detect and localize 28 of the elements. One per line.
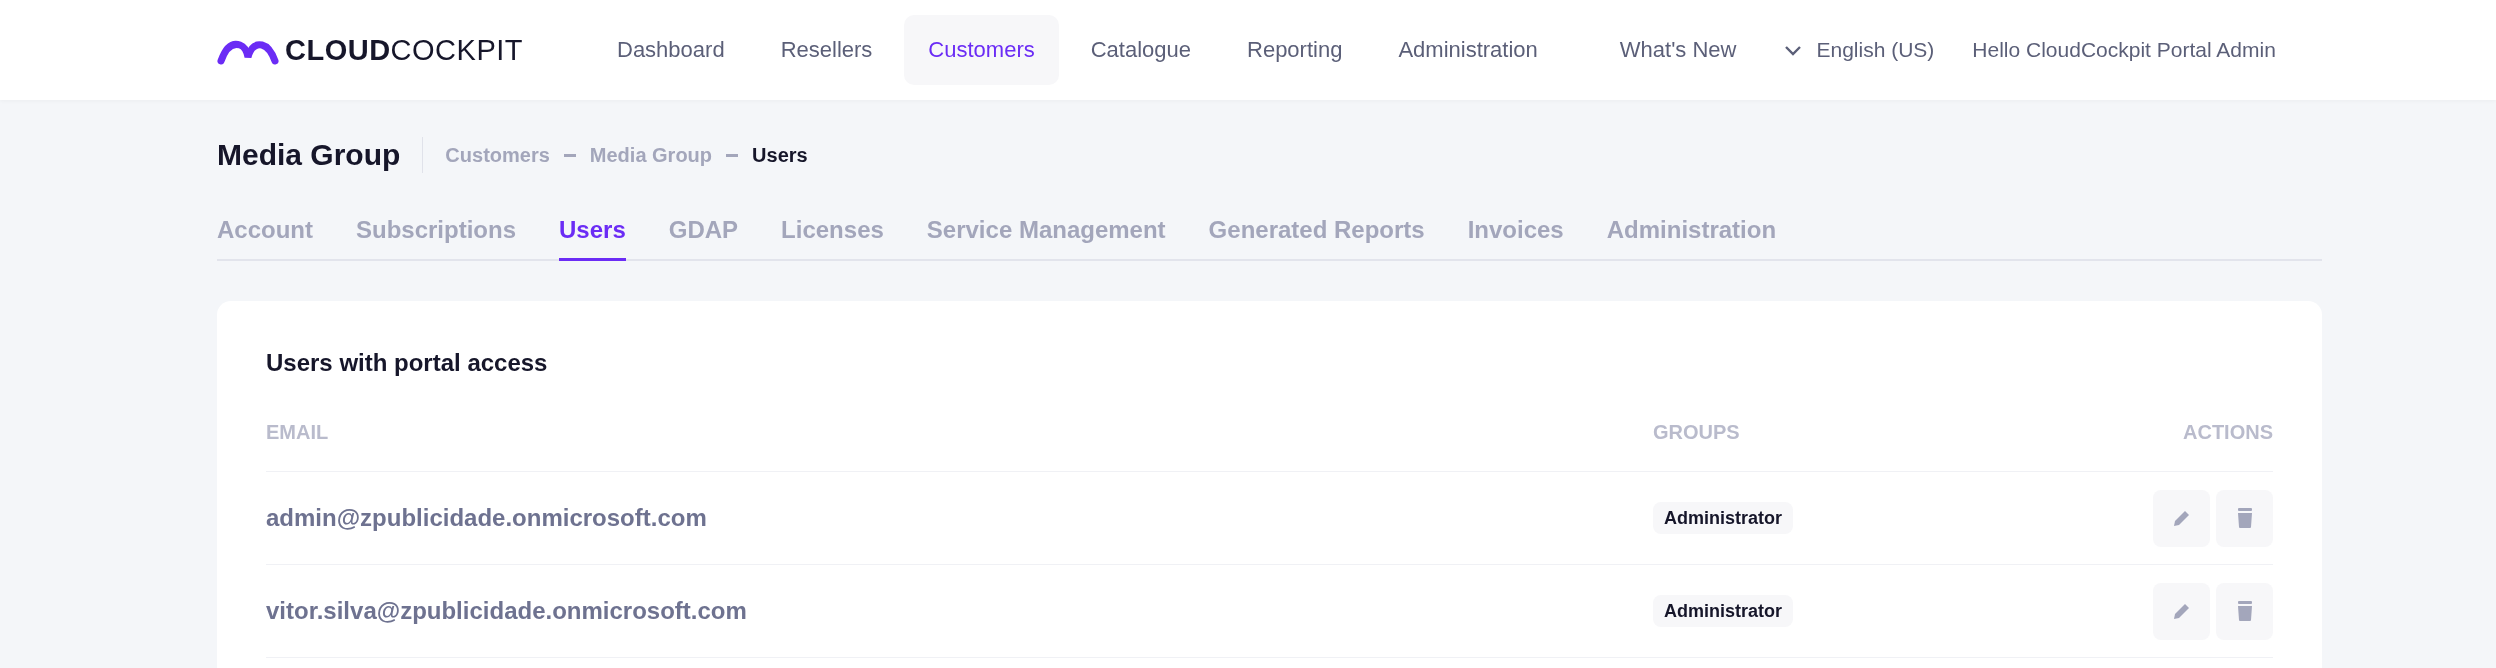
column-header: EMAIL — [266, 421, 330, 444]
column-header: ACTIONS — [2182, 421, 2273, 444]
nav-link[interactable]: Customers — [904, 15, 1059, 85]
whats-new-link[interactable]: What's New — [1595, 15, 1761, 85]
group-tag: Administrator — [1653, 501, 1793, 534]
email-cell-text: admin@zpublicidade.onmicrosoft.com — [266, 504, 708, 532]
email-cell-text: vitor.silva@zpublicidade.onmicrosoft.com — [266, 597, 748, 625]
page-title: Media Group — [217, 137, 424, 173]
nav-link[interactable]: Reporting — [1223, 15, 1367, 85]
column-header: GROUPS — [1653, 421, 1741, 444]
group-tag: Administrator — [1653, 594, 1793, 627]
card-title: Users with portal access — [266, 349, 549, 377]
nav-link[interactable]: Dashboard — [593, 15, 749, 85]
delete-button[interactable] — [2216, 582, 2273, 640]
breadcrumb-separator — [726, 153, 739, 157]
edit-button[interactable] — [2153, 489, 2210, 547]
breadcrumb-link[interactable]: Users — [752, 143, 808, 167]
nav-link[interactable]: Resellers — [756, 15, 897, 85]
breadcrumb-separator — [563, 153, 576, 157]
language-selector[interactable]: English (US) — [1784, 38, 1935, 62]
nav-link[interactable]: Catalogue — [1066, 15, 1215, 85]
delete-button[interactable] — [2216, 489, 2273, 547]
logo-text[interactable]: CLOUDCOCKPIT — [285, 33, 523, 67]
user-greeting[interactable]: Hello CloudCockpit Portal Admin — [1972, 38, 2276, 62]
nav-link[interactable]: Administration — [1374, 15, 1562, 85]
tab[interactable]: Users — [559, 206, 626, 261]
chevron-down-icon — [1784, 44, 1803, 56]
edit-button[interactable] — [2153, 582, 2210, 640]
